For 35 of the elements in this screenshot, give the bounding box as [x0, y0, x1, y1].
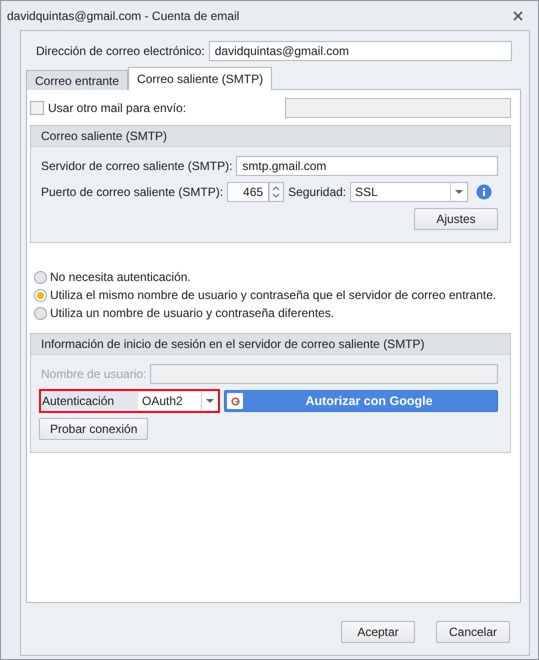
auth-dropdown[interactable]: OAuth2 [138, 392, 218, 410]
settings-button[interactable]: Ajustes [414, 208, 498, 230]
close-icon[interactable] [512, 10, 524, 22]
server-field[interactable]: smtp.gmail.com [236, 156, 498, 176]
field-label: Seguridad: [288, 185, 346, 199]
field-label: Dirección de correo electrónico: [36, 44, 205, 58]
tab[interactable]: Correo saliente (SMTP) [128, 67, 272, 90]
username-field[interactable] [150, 364, 498, 384]
port-field[interactable]: 465 [227, 182, 270, 202]
info-icon[interactable] [476, 184, 492, 200]
field-label: Puerto de correo saliente (SMTP): [41, 185, 224, 199]
google-icon [227, 393, 243, 409]
dialog-button[interactable]: Aceptar [341, 621, 415, 643]
radio-button[interactable] [34, 270, 47, 284]
field-label: Servidor de correo saliente (SMTP): [41, 159, 232, 173]
spinner-icon[interactable] [269, 182, 284, 202]
checkbox-label: Usar otro mail para envío: [48, 101, 186, 115]
group-header: Información de inicio de sesión en el servidor de correo saliente (SMTP) [31, 334, 510, 355]
radio-button[interactable] [34, 288, 47, 302]
security-dropdown[interactable]: SSL [350, 182, 468, 202]
radio-label: Utiliza un nombre de usuario y contraseña diferentes. [50, 306, 334, 320]
radio-label: No necesita autenticación. [50, 270, 191, 284]
dialog-button[interactable]: Cancelar [436, 621, 510, 643]
google-button[interactable]: Autorizar con Google [224, 390, 498, 412]
caret-icon [206, 398, 214, 404]
radio-label: Utiliza el mismo nombre de usuario y contraseña que el servidor de correo entrante. [50, 288, 496, 302]
window-title: davidquintas@gmail.com - Cuenta de email [7, 8, 240, 22]
field-label: Nombre de usuario: [41, 367, 146, 381]
radio-button[interactable] [34, 306, 47, 320]
test-connection-button[interactable]: Probar conexión [39, 418, 148, 440]
tab[interactable]: Correo entrante [26, 70, 128, 90]
field-label: Autenticación [41, 394, 116, 408]
group-header: Correo saliente (SMTP) [31, 126, 510, 147]
caret-icon [455, 190, 464, 194]
email-field[interactable]: davidquintas@gmail.com [208, 41, 512, 61]
